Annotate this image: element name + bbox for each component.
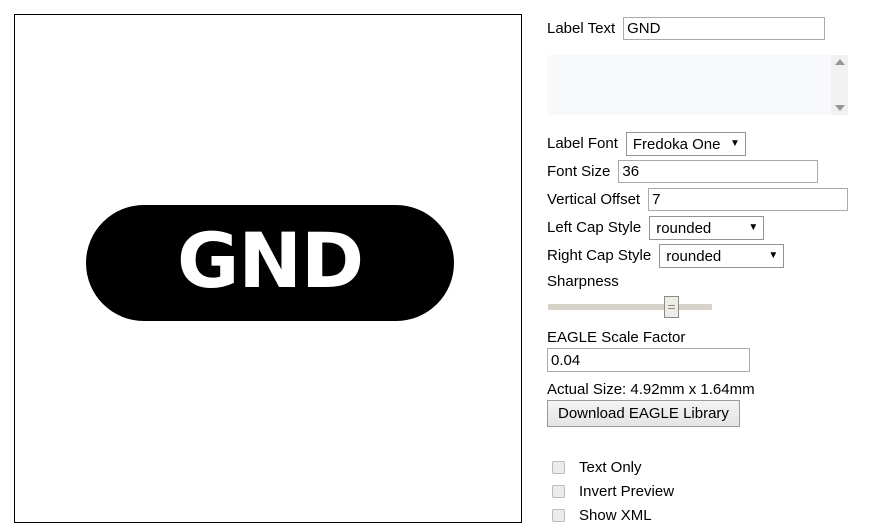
right-cap-style-label: Right Cap Style: [547, 247, 652, 264]
right-cap-style-select[interactable]: rounded ▼: [659, 244, 785, 268]
actual-size-text: Actual Size: 4.92mm x 1.64mm: [547, 381, 755, 398]
label-font-select[interactable]: Fredoka One ▼: [625, 132, 746, 156]
grip-line: [668, 305, 675, 306]
scroll-up-icon[interactable]: [834, 59, 845, 65]
chevron-down-icon: ▼: [748, 222, 759, 233]
left-cap-style-value: rounded: [656, 219, 712, 237]
chevron-down-icon: ▼: [768, 250, 779, 261]
text-only-checkbox[interactable]: [552, 461, 565, 474]
left-cap-style-label: Left Cap Style: [547, 219, 642, 236]
xml-output-textarea[interactable]: [547, 55, 848, 115]
preview-label-pill: GND: [86, 205, 454, 321]
chevron-down-icon: ▼: [729, 138, 740, 149]
invert-preview-label: Invert Preview: [579, 483, 675, 500]
vertical-offset-row: Vertical Offset: [547, 188, 849, 211]
sharpness-row: Sharpness: [547, 273, 619, 291]
label-preview-canvas: GND: [14, 14, 522, 523]
label-font-value: Fredoka One: [632, 135, 721, 153]
xml-output-scrollbar[interactable]: [831, 55, 848, 115]
left-cap-style-select[interactable]: rounded ▼: [649, 216, 765, 240]
font-size-label: Font Size: [547, 162, 611, 180]
right-cap-style-value: rounded: [666, 247, 722, 265]
sharpness-slider-track[interactable]: [548, 304, 712, 310]
checkbox-row-text-only[interactable]: Text Only: [552, 459, 642, 476]
invert-preview-checkbox[interactable]: [552, 485, 565, 498]
font-size-input[interactable]: [618, 160, 819, 183]
sharpness-slider-thumb[interactable]: [664, 296, 679, 318]
scroll-down-icon[interactable]: [834, 105, 845, 111]
checkbox-row-invert-preview[interactable]: Invert Preview: [552, 483, 674, 500]
eagle-scale-factor-input[interactable]: [547, 348, 750, 372]
label-font-label: Label Font: [547, 135, 618, 152]
left-cap-style-row: Left Cap Style rounded ▼: [547, 216, 765, 240]
label-text-row: Label Text: [547, 17, 826, 40]
settings-form: Label Text Label Font Fredoka One ▼ Font…: [547, 0, 872, 532]
right-cap-style-row: Right Cap Style rounded ▼: [547, 244, 785, 268]
vertical-offset-label: Vertical Offset: [547, 190, 641, 208]
text-only-label: Text Only: [579, 459, 642, 476]
label-text-label: Label Text: [547, 19, 616, 37]
checkbox-row-show-xml[interactable]: Show XML: [552, 507, 652, 524]
actual-size-row: Actual Size: 4.92mm x 1.64mm: [547, 381, 755, 399]
sharpness-label: Sharpness: [547, 273, 619, 290]
xml-output-text: [547, 55, 831, 115]
download-eagle-library-button[interactable]: Download EAGLE Library: [547, 400, 740, 427]
label-text-input[interactable]: [623, 17, 826, 40]
preview-label-text: GND: [176, 216, 364, 305]
eagle-scale-factor-row: EAGLE Scale Factor: [547, 329, 685, 347]
grip-line: [668, 308, 675, 309]
show-xml-label: Show XML: [579, 507, 652, 524]
font-size-row: Font Size: [547, 160, 819, 183]
sharpness-slider[interactable]: [548, 296, 712, 318]
eagle-scale-factor-label: EAGLE Scale Factor: [547, 329, 686, 346]
vertical-offset-input[interactable]: [648, 188, 849, 211]
show-xml-checkbox[interactable]: [552, 509, 565, 522]
label-font-row: Label Font Fredoka One ▼: [547, 132, 746, 156]
